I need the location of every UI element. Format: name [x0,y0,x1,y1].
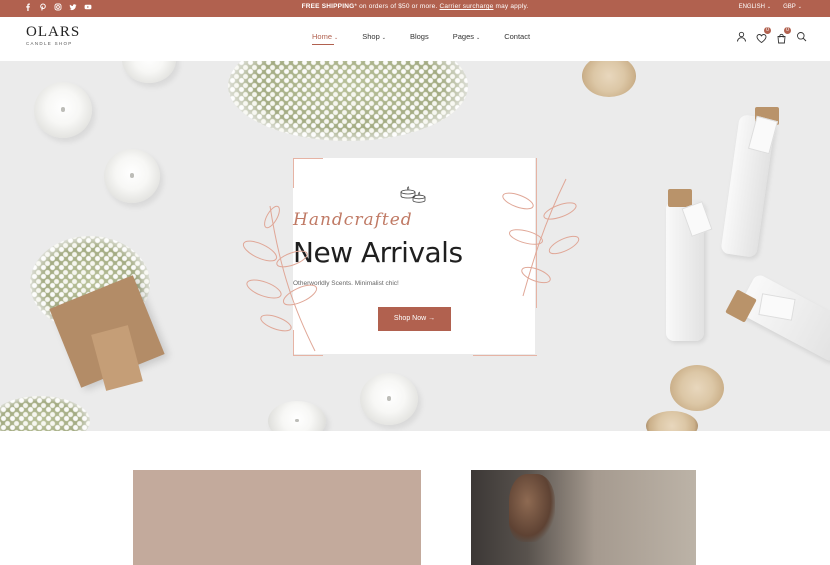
logo-text: OLARS [26,24,81,40]
nav-label: Blogs [409,32,429,41]
logo[interactable]: OLARS CANDLE SHOP [26,24,81,47]
nav-label: Contact [504,32,531,41]
tealight-candle-image [268,401,326,431]
leaf-sprig-left-decoration [242,205,318,352]
top-bar: FREE SHIPPING* on orders of $50 or more.… [0,0,830,17]
frame-line [293,158,294,188]
tealight-candle-image [34,82,92,138]
candles-icon [400,186,426,203]
nav-item-shop[interactable]: Shop ⌄ [362,32,386,41]
arrow-right-icon: → [428,315,436,322]
baby-breath-flowers-image [228,61,468,141]
featured-image-right[interactable] [471,470,696,565]
nav-item-contact[interactable]: Contact [504,32,530,41]
button-label: Shop Now [393,315,427,322]
shopping-bag-icon [777,33,786,44]
currency-select[interactable]: GBP ⌄ [783,4,802,10]
language-select[interactable]: ENGLISH ⌄ [739,4,772,10]
nav-item-home[interactable]: Home ⌄ [312,32,339,45]
promo-strong: FREE SHIPPING [301,3,355,10]
logo-subtitle: CANDLE SHOP [26,41,73,46]
chevron-down-icon: ⌄ [334,35,339,41]
tealight-candle-image [122,61,176,83]
chevron-down-icon: ⌄ [381,35,386,41]
shop-now-button[interactable]: Shop Now → [378,307,451,331]
chevron-down-icon: ⌄ [476,35,481,41]
main-nav: Home ⌄ Shop ⌄ Blogs Pages ⌄ Contact [312,32,554,45]
wood-slice-image [646,411,698,431]
tealight-candle-image [360,373,418,425]
currency-label: GBP [783,4,796,10]
carrier-surcharge-link[interactable]: Carrier surcharge [439,3,493,10]
cart-button[interactable]: 0 [776,27,791,44]
wood-slice-image [582,61,636,97]
frame-line [473,355,537,356]
baby-breath-flowers-image [0,396,90,431]
nav-label: Shop [362,32,380,41]
header-icons: 0 0 [736,27,807,44]
locale-toggles: ENGLISH ⌄ GBP ⌄ [739,4,802,10]
leaf-sprig-right-decoration [502,178,580,297]
nav-label: Pages [452,32,474,41]
featured-image-left[interactable] [133,470,421,565]
wood-slice-image [670,365,724,411]
shipping-promo: FREE SHIPPING* on orders of $50 or more.… [0,3,830,10]
chevron-down-icon: ⌄ [766,4,772,10]
nav-item-blogs[interactable]: Blogs [410,32,429,41]
promo-tail: may apply. [495,3,529,10]
tealight-candle-image [104,149,160,203]
nav-label: Home [312,32,333,41]
promo-text: * on orders of $50 or more. [354,3,438,10]
heart-icon [756,34,767,44]
chevron-down-icon: ⌄ [797,4,802,10]
frame-line [293,158,323,159]
wishlist-button[interactable]: 0 [756,27,771,44]
language-label: ENGLISH [738,4,765,10]
site-header: OLARS CANDLE SHOP Home ⌄ Shop ⌄ Blogs Page… [0,17,830,61]
hero-banner: Handcrafted New Arrivals Otherworldly Sc… [0,61,830,431]
cork-stopper-image [668,189,692,207]
cart-count-badge: 0 [784,27,791,34]
nav-item-pages[interactable]: Pages ⌄ [453,32,480,41]
wishlist-count-badge: 0 [764,27,771,34]
search-icon[interactable] [796,31,807,42]
user-icon[interactable] [736,31,747,42]
hand-holding-image [509,474,555,542]
